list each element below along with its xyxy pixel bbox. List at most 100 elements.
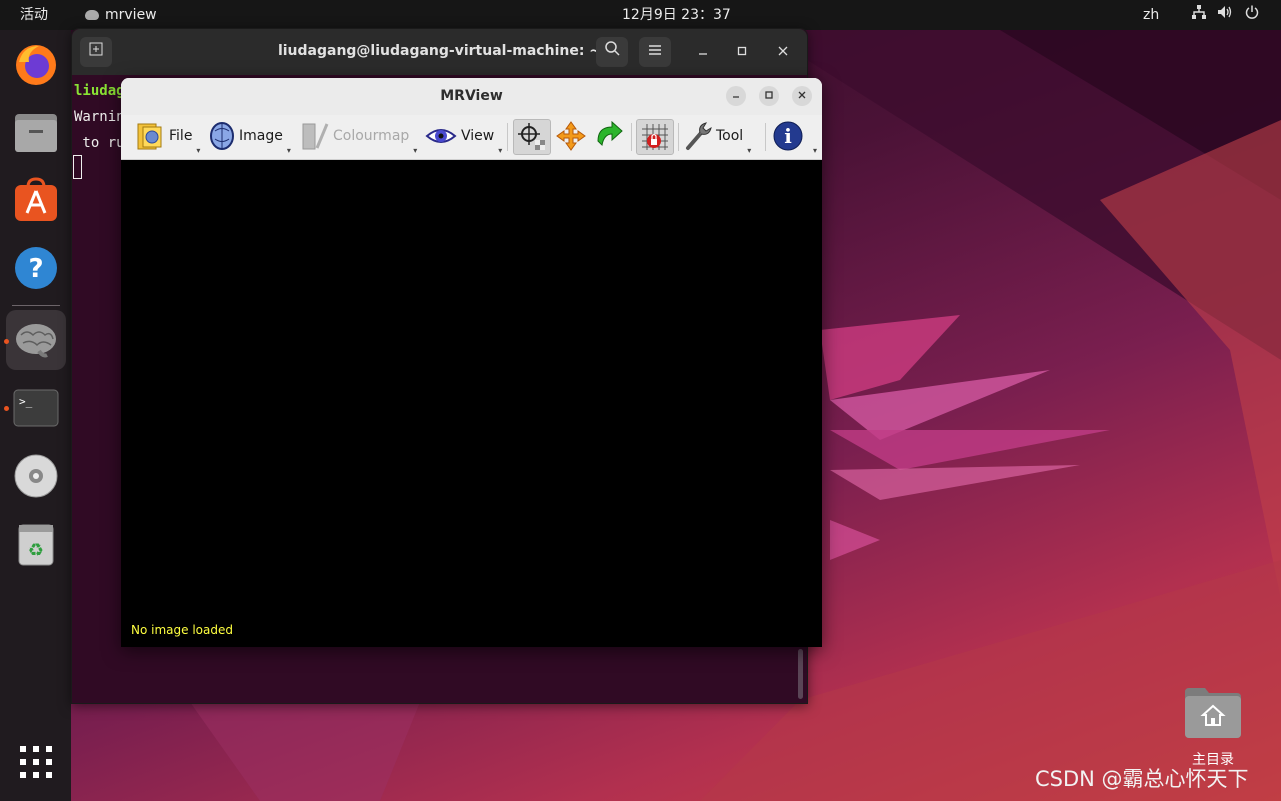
view-menu-button[interactable]: View ▾ [425, 119, 502, 155]
app-menu-button[interactable]: mrview [85, 0, 157, 30]
dock-files[interactable] [6, 103, 66, 163]
colourmap-menu-label: Colourmap [333, 128, 410, 144]
dropdown-arrow-icon: ▾ [498, 146, 503, 155]
dropdown-arrow-icon: ▾ [747, 146, 752, 155]
terminal-header[interactable]: liudagang@liudagang-virtual-machine: ~ [72, 29, 807, 75]
mrview-window[interactable]: MRView File ▾ Image ▾ Colourmap ▾ View ▾… [121, 78, 822, 647]
terminal-line: Warnin [74, 109, 125, 125]
minimize-icon [733, 96, 739, 98]
mrview-close-button[interactable] [792, 86, 812, 106]
rotate-arrow-icon [597, 121, 623, 147]
home-folder-icon [1185, 688, 1241, 738]
toolbar-separator [507, 123, 508, 151]
dock-disc[interactable] [6, 446, 66, 506]
language-indicator[interactable]: zh [1143, 0, 1159, 30]
watermark-text: CSDN @霸总心怀天下 [1035, 767, 1249, 791]
terminal-icon: >_ [13, 389, 59, 427]
clock-button[interactable]: 12月9日 23：37 [622, 0, 731, 30]
toolbar-separator [631, 123, 632, 151]
running-indicator [4, 339, 9, 344]
view-menu-label: View [461, 128, 495, 144]
svg-text:♻: ♻ [28, 540, 44, 561]
terminal-close-button[interactable] [773, 43, 793, 63]
home-folder-desktop-icon[interactable] [1183, 684, 1243, 739]
pan-mode-button[interactable] [554, 119, 588, 153]
dropdown-arrow-icon: ▾ [286, 146, 291, 155]
terminal-maximize-button[interactable] [732, 43, 752, 63]
info-button[interactable]: i ▾ [771, 119, 817, 155]
grid-lock-icon [642, 124, 668, 150]
terminal-cursor [73, 155, 82, 179]
mrview-minimize-button[interactable] [726, 86, 746, 106]
image-menu-button[interactable]: Image ▾ [209, 119, 291, 155]
svg-text:i: i [784, 124, 792, 148]
file-menu-button[interactable]: File ▾ [135, 119, 200, 155]
dropdown-arrow-icon: ▾ [812, 146, 817, 155]
dock-separator [12, 305, 60, 306]
move-arrows-icon [556, 121, 586, 151]
crosshair-icon [518, 123, 545, 150]
wrench-icon [686, 122, 712, 150]
brain-icon [85, 10, 99, 20]
dock: ? >_ ♻ [0, 30, 71, 801]
activities-button[interactable]: 活动 [20, 0, 48, 30]
mrview-maximize-button[interactable] [759, 86, 779, 106]
tool-menu-button[interactable]: Tool ▾ [684, 119, 751, 155]
terminal-minimize-button[interactable] [693, 43, 713, 63]
colourmap-menu-button[interactable]: Colourmap ▾ [301, 119, 417, 155]
search-icon [605, 41, 620, 56]
terminal-menu-button[interactable] [639, 37, 671, 67]
system-tray[interactable] [1190, 0, 1265, 30]
file-folder-icon [137, 123, 162, 150]
disc-icon [14, 454, 58, 498]
dropdown-arrow-icon: ▾ [196, 146, 201, 155]
crosshair-mode-button[interactable] [513, 119, 551, 155]
files-icon [15, 114, 57, 152]
tool-menu-label: Tool [716, 128, 744, 144]
minimize-icon [699, 53, 707, 55]
hamburger-menu-icon [649, 45, 661, 55]
toolbar-separator [765, 123, 766, 151]
maximize-icon [765, 91, 773, 99]
app-menu-label: mrview [105, 7, 157, 23]
top-bar: 活动 mrview 12月9日 23：37 zh [0, 0, 1281, 30]
close-icon [798, 91, 806, 99]
lock-grid-button[interactable] [636, 119, 674, 155]
mrview-titlebar[interactable]: MRView [121, 78, 822, 115]
dock-mrview[interactable] [6, 310, 66, 370]
volume-icon [1216, 1, 1234, 31]
image-menu-label: Image [239, 128, 283, 144]
colourmap-icon [302, 123, 329, 150]
svg-text:>_: >_ [19, 395, 33, 408]
file-menu-label: File [169, 128, 193, 144]
mrview-title: MRView [440, 88, 503, 104]
toolbar-separator [678, 123, 679, 151]
mrview-toolbar: File ▾ Image ▾ Colourmap ▾ View ▾ Tool ▾… [121, 115, 822, 160]
maximize-icon [737, 46, 747, 56]
svg-text:?: ? [28, 254, 43, 284]
info-icon: i [773, 121, 803, 151]
software-icon [15, 177, 57, 221]
trash-icon: ♻ [18, 524, 54, 566]
dock-firefox[interactable] [6, 35, 66, 95]
firefox-icon [16, 45, 56, 85]
dock-terminal[interactable]: >_ [6, 378, 66, 438]
power-icon [1243, 1, 1261, 31]
close-icon [778, 46, 788, 56]
terminal-line: to ru [74, 135, 125, 151]
terminal-search-button[interactable] [596, 37, 628, 67]
terminal-scrollbar[interactable] [798, 649, 803, 699]
rotate-mode-button[interactable] [592, 119, 626, 153]
running-indicator [4, 406, 9, 411]
image-viewport[interactable]: No image loaded [121, 160, 822, 647]
network-icon [1190, 1, 1208, 31]
help-icon: ? [15, 247, 57, 289]
dropdown-arrow-icon: ▾ [413, 146, 418, 155]
dock-trash[interactable]: ♻ [6, 514, 66, 574]
dock-software[interactable] [6, 170, 66, 230]
dock-help[interactable]: ? [6, 238, 66, 298]
image-brain-icon [210, 122, 234, 150]
mrview-brain-icon [16, 324, 56, 358]
show-applications-button[interactable] [6, 732, 66, 792]
viewport-status-text: No image loaded [131, 623, 233, 637]
